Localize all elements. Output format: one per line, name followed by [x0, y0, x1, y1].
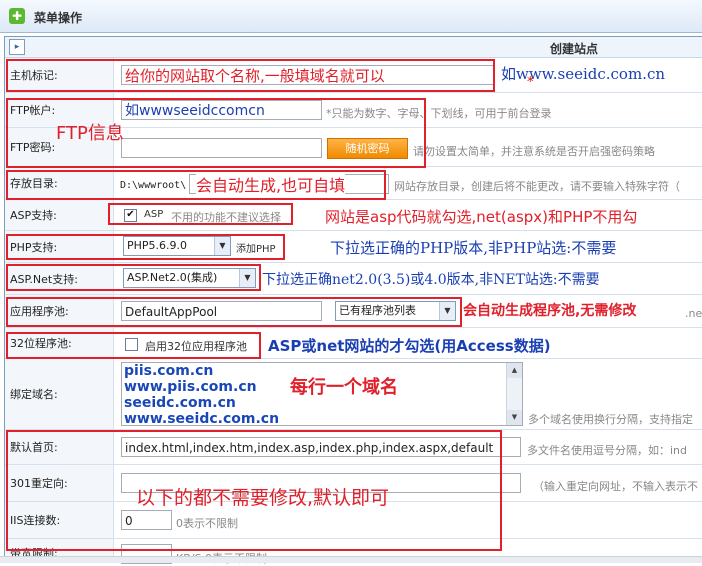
- annotation-bottom-note: 以下的都不需要修改,默认即可: [136, 487, 390, 509]
- asp-label: ASP支持:: [10, 209, 57, 222]
- annotation-box-php: [6, 234, 285, 260]
- annotation-box-pool: [6, 297, 462, 327]
- expand-icon[interactable]: ▸: [9, 39, 25, 55]
- domains-hint: 多个域名使用换行分隔，支持指定: [528, 413, 693, 426]
- annotation-asp-note: 网站是asp代码就勾选,net(aspx)和PHP不用勾: [325, 208, 638, 226]
- domain-line: www.seeidc.com.cn: [124, 411, 280, 426]
- annotation-domain-note: 每行一个域名: [290, 377, 398, 398]
- annotation-pool32-note: ASP或net网站的才勾选(用Access数据): [268, 337, 551, 355]
- annotation-auto-gen: 会自动生成,也可自填: [196, 172, 346, 196]
- scroll-down-icon[interactable]: ▼: [507, 410, 522, 425]
- annotation-php-note: 下拉选正确的PHP版本,非PHP站选:不需要: [330, 239, 617, 257]
- host-example: 如www.seeidc.com.cn: [501, 65, 666, 83]
- annotation-pool-note: 会自动生成程序池,无需修改: [463, 303, 637, 319]
- annotation-box-asp: [108, 203, 293, 225]
- annotation-box-pool32: [6, 332, 261, 359]
- annotation-box-host: [6, 59, 495, 92]
- dir-hint: 网站存放目录，创建后将不能更改，请不要输入特殊字符（: [394, 180, 680, 193]
- annotation-box-aspnet: [6, 264, 261, 291]
- annotation-net-note: 下拉选正确net2.0(3.5)或4.0版本,非NET站选:不需要: [262, 272, 600, 288]
- annotation-ftp-info: FTP信息: [56, 123, 124, 144]
- form-header: ▸ 创建站点: [5, 37, 702, 58]
- textarea-scrollbar[interactable]: ▲ ▼: [506, 363, 522, 425]
- host-required-mark: *: [527, 75, 534, 90]
- window-title: 菜单操作: [34, 11, 83, 25]
- scroll-up-icon[interactable]: ▲: [507, 363, 522, 378]
- ftp-pass-hint: 请勿设置太简单，并注意系统是否开启强密码策略: [413, 145, 655, 158]
- redirect-hint: （输入重定向网址，不输入表示不: [533, 480, 698, 493]
- form-title: 创建站点: [550, 42, 599, 56]
- pool-hint: .net: [685, 307, 702, 320]
- menu-title-bar: ✚ 菜单操作: [0, 0, 702, 33]
- default-page-hint: 多文件名使用逗号分隔，如：ind: [527, 444, 688, 457]
- menu-icon: ✚: [9, 8, 25, 24]
- domains-label: 绑定域名:: [10, 388, 58, 401]
